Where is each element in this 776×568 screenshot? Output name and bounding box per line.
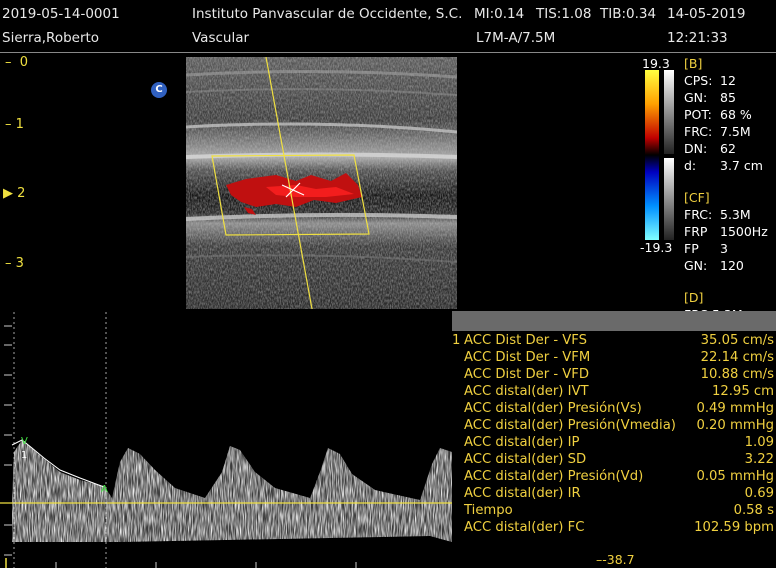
b-params-label-5: d: [684,158,697,173]
cursor-v-marker: V [21,436,28,447]
measurement-value: 1.09 [744,435,774,450]
b-params-label-0: CPS: [684,73,713,88]
b-params-label-2: POT: [684,107,712,122]
tis-index: TIS:1.08 [536,6,592,22]
b-params-title: [B] [684,56,703,71]
measurement-name: ACC distal(der) Presión(Vd) [464,469,644,484]
colorbar-max: 19.3 [642,56,670,71]
measurement-name: ACC Dist Der - VFS [464,333,588,348]
measurement-value: 0.58 s [733,503,774,518]
measurement-row[interactable]: ACC Dist Der - VFD 10.88 cm/s [452,367,776,384]
measurement-value: 0.20 mmHg [696,418,774,433]
b-params-value-4: 62 [720,141,736,156]
orientation-marker: C [151,82,167,98]
measurement-row[interactable]: ACC distal(der) IVT 12.95 cm [452,384,776,401]
measurement-value: 0.69 [744,486,774,501]
doppler-scale-min: –-38.7 [596,552,635,567]
measurement-row[interactable]: 1 ACC Dist Der - VFS 35.05 cm/s [452,333,776,350]
b-params-value-0: 12 [720,73,736,88]
measurement-value: 35.05 cm/s [700,333,774,348]
measurement-row[interactable]: ACC distal(der) IP 1.09 [452,435,776,452]
measurement-row[interactable]: ACC distal(der) FC 102.59 bpm [452,520,776,537]
patient-name: Sierra,Roberto [2,30,100,46]
measurement-value: 0.49 mmHg [696,401,774,416]
cursor-a-marker: A [101,484,108,495]
measurement-name: ACC Dist Der - VFD [464,367,590,382]
measurement-row[interactable]: ACC distal(der) Presión(Vs) 0.49 mmHg [452,401,776,418]
exam-date: 14-05-2019 [667,6,746,22]
depth-tick-0: – 0 [5,55,29,70]
measurement-row[interactable]: ACC distal(der) Presión(Vmedia) 0.20 mmHg [452,418,776,435]
measurement-row[interactable]: ACC Dist Der - VFM 22.14 cm/s [452,350,776,367]
cf-params-label-3: GN: [684,258,708,273]
cf-params-label-1: FRP [684,224,708,239]
b-params-label-1: GN: [684,90,708,105]
measurement-row[interactable]: Tiempo 0.58 s [452,503,776,520]
color-flow-scale [645,70,659,240]
measurement-value: 102.59 bpm [694,520,774,535]
measurement-row[interactable]: ACC distal(der) IR 0.69 [452,486,776,503]
cf-params-value-3: 120 [720,258,744,273]
measurement-panel-header [452,311,776,331]
measurement-name: ACC Dist Der - VFM [464,350,591,365]
institution-name: Instituto Panvascular de Occidente, S.C. [192,6,463,22]
exam-id: 2019-05-14-0001 [2,6,120,22]
measurement-row[interactable]: ACC distal(der) SD 3.22 [452,452,776,469]
cf-params-label-2: FP [684,241,699,256]
measurement-value: 10.88 cm/s [700,367,774,382]
b-params-value-2: 68 % [720,107,752,122]
measurement-name: ACC distal(der) FC [464,520,585,535]
measurement-index: 1 [452,333,461,348]
measurement-name: ACC distal(der) Presión(Vs) [464,401,642,416]
b-params-value-5: 3.7 cm [720,158,763,173]
measurement-row[interactable]: ACC distal(der) Presión(Vd) 0.05 mmHg [452,469,776,486]
measurement-name: ACC distal(der) SD [464,452,587,467]
b-params-value-1: 85 [720,90,736,105]
mi-index: MI:0.14 [474,6,525,22]
depth-tick-3: – 3 [5,256,24,271]
measurement-name: ACC distal(der) IVT [464,384,589,399]
b-params-value-3: 7.5M [720,124,751,139]
header-divider [0,52,776,53]
cursor-1-marker: 1 [21,450,28,461]
colorbar-min: -19.3 [640,240,673,255]
cf-params-title: [CF] [684,190,710,205]
measurement-name: ACC distal(der) IR [464,486,581,501]
measurement-value: 0.05 mmHg [696,469,774,484]
probe-name: L7M-A/7.5M [476,30,556,46]
cf-params-value-2: 3 [720,241,728,256]
cf-params-value-1: 1500Hz [720,224,768,239]
cf-params-label-0: FRC: [684,207,713,222]
d-params-title: [D] [684,290,704,305]
bmode-image[interactable] [186,57,457,309]
preset-name: Vascular [192,30,250,46]
measurement-value: 22.14 cm/s [700,350,774,365]
measurement-name: ACC distal(der) IP [464,435,580,450]
measurement-name: ACC distal(der) Presión(Vmedia) [464,418,676,433]
measurement-value: 12.95 cm [711,384,774,399]
tib-index: TIB:0.34 [600,6,657,22]
b-params-label-3: FRC: [684,124,713,139]
cf-params-value-0: 5.3M [720,207,751,222]
gray-scale-bar [664,70,674,154]
measurement-value: 3.22 [744,452,774,467]
depth-tick-1: – 1 [5,117,24,132]
measurement-name: Tiempo [464,503,513,518]
doppler-spectrum[interactable] [0,312,452,568]
gray-scale-bar-lower [664,158,674,240]
depth-tick-2: ▶ 2 [3,186,26,201]
exam-time: 12:21:33 [667,30,728,46]
b-params-label-4: DN: [684,141,708,156]
